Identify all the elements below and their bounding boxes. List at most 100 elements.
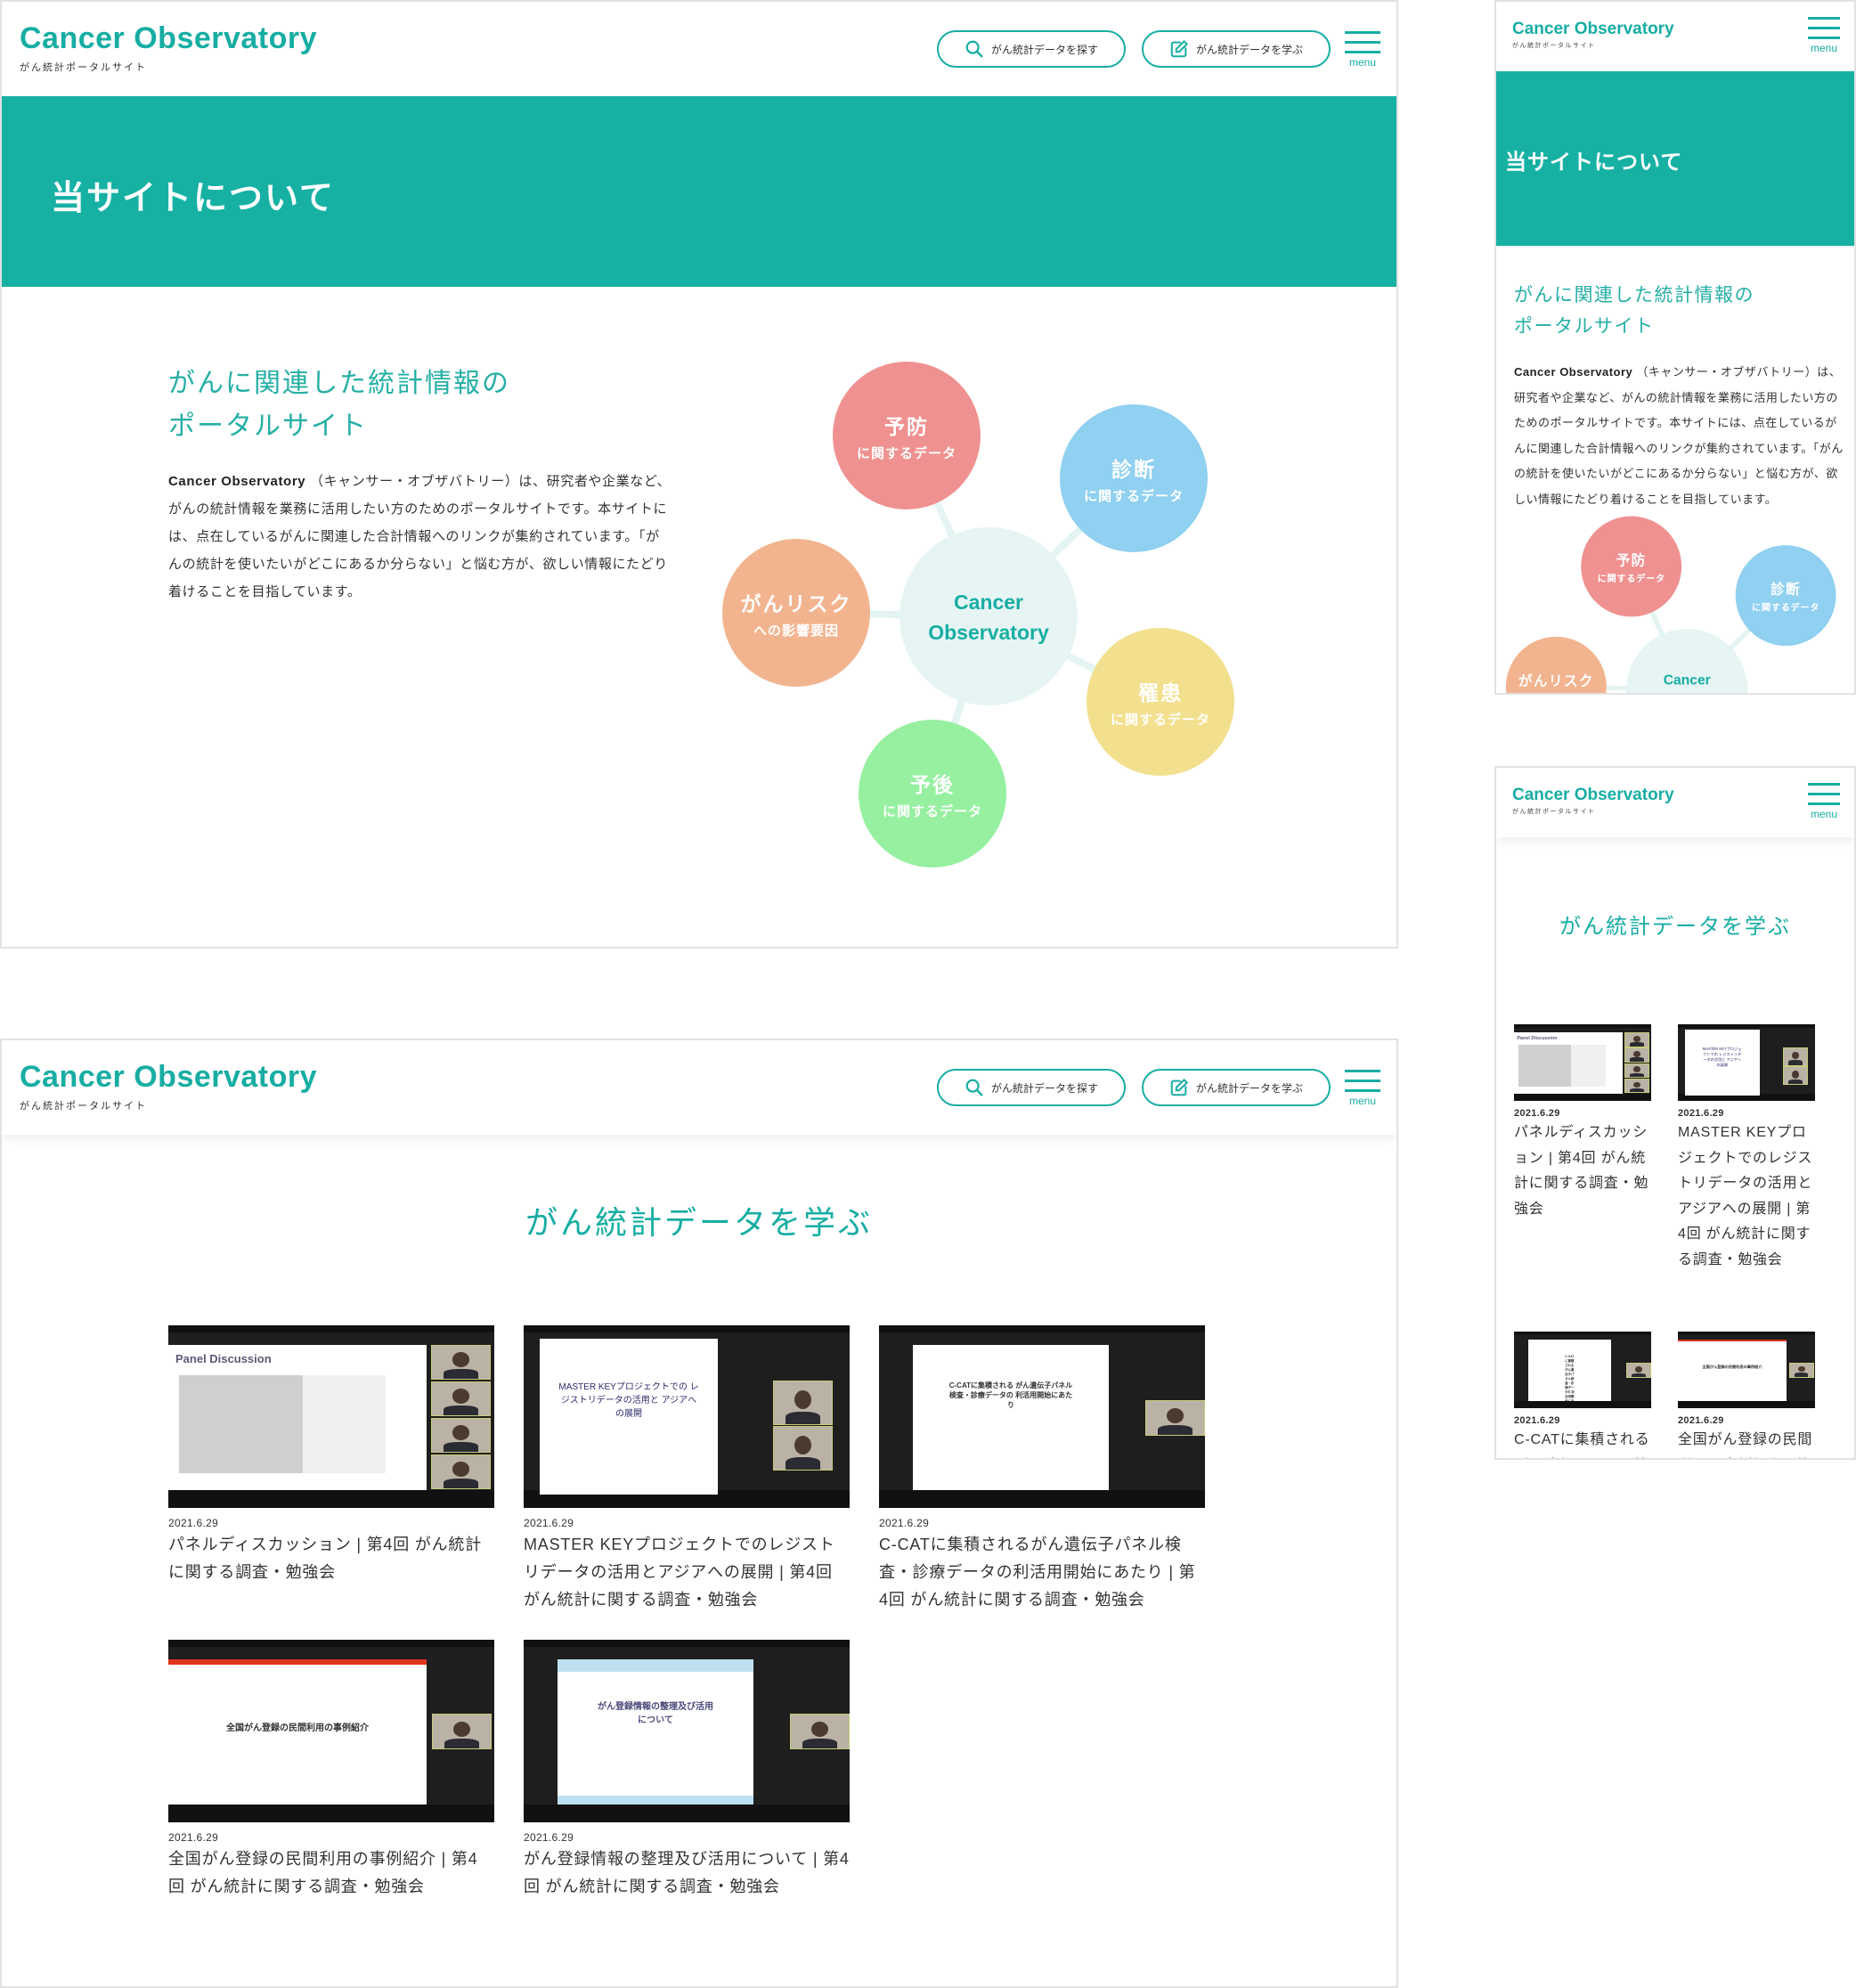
page-hero: 当サイトについて — [2, 96, 1396, 287]
video-title[interactable]: がん登録情報の整理及び活用について | 第4回 がん統計に関する調査・勉強会 — [524, 1845, 850, 1901]
site-subtitle: がん統計ポータルサイト — [1512, 43, 1596, 49]
participant-face — [452, 1462, 470, 1478]
video-title[interactable]: パネルディスカッション | 第4回 がん統計に関する調査・勉強会 — [168, 1531, 494, 1586]
video-card[interactable]: Panel Discussion 2021.6.29 パネルディスカッション | 第… — [1514, 1024, 1651, 1222]
participant-body — [1630, 1057, 1645, 1062]
about-brand: Cancer Observatory — [1514, 365, 1633, 379]
category-node-diagnosis[interactable]: 診断に関するデータ — [1735, 545, 1836, 647]
center-label-line1: Cancer — [954, 591, 1023, 614]
site-logo[interactable]: Cancer Observatory がん統計ポータルサイト — [20, 1060, 317, 1112]
participant-face — [1797, 1365, 1805, 1373]
about-heading-line1: がんに関連した統計情報の — [1514, 285, 1754, 306]
participant-face — [452, 1352, 470, 1368]
search-data-button[interactable]: がん統計データを探す — [937, 1069, 1126, 1106]
participant-body — [1632, 1373, 1646, 1377]
video-top-bar — [168, 1325, 494, 1332]
video-card[interactable]: Panel Discussion 2021.6.29 パネルディスカッション | 第… — [168, 1325, 494, 1586]
video-card[interactable]: C-CATに集積される がん遺伝子パネル検査・診療データの 利活用開始にあたり 2… — [1514, 1332, 1651, 1458]
participant-video — [773, 1426, 833, 1471]
learn-page-title: がん統計データを学ぶ — [1559, 915, 1791, 939]
site-logo[interactable]: Cancer Observatory がん統計ポータルサイト — [1512, 20, 1674, 50]
video-caption-bar — [168, 1490, 494, 1508]
video-thumbnail[interactable]: MASTER KEYプロジェクトでの レジストリデータの活用と アジアへの展開 — [1678, 1024, 1815, 1101]
video-top-bar — [524, 1640, 850, 1647]
video-thumbnail[interactable]: 全国がん登録の民間利用の事例紹介 — [168, 1640, 494, 1822]
participant-body — [1630, 1072, 1645, 1077]
about-text: （キャンサー・オブザバトリー）は、研究者や企業など、がんの統計情報を業務に活用し… — [1514, 365, 1844, 506]
video-thumbnail[interactable]: Panel Discussion — [1514, 1024, 1651, 1101]
learn-page-title: がん統計データを学ぶ — [525, 1204, 873, 1241]
participant-face — [794, 1389, 812, 1410]
category-node-prevention[interactable]: 予防に関するデータ — [1581, 516, 1682, 617]
category-sub-label: に関するデータ — [1084, 488, 1184, 504]
site-subtitle: がん統計ポータルサイト — [1512, 809, 1596, 815]
menu-button[interactable]: menu — [1808, 783, 1840, 819]
site-logo[interactable]: Cancer Observatory がん統計ポータルサイト — [1512, 786, 1674, 816]
menu-button[interactable]: menu — [1808, 17, 1840, 53]
video-card[interactable]: MASTER KEYプロジェクトでの レジストリデータの活用と アジアへの展開 2… — [1678, 1024, 1815, 1273]
menu-label: menu — [1810, 42, 1838, 54]
video-title[interactable]: 全国がん登録の民間利用の事例紹介 | 第4回 がん統計に関する調査・勉強会 — [168, 1845, 494, 1901]
learn-data-button[interactable]: がん統計データを学ぶ — [1142, 30, 1331, 68]
learn-data-label: がん統計データを学ぶ — [1195, 43, 1303, 56]
mobile-learn-page: Cancer Observatory がん統計ポータルサイト menu がん統計… — [1494, 766, 1856, 1460]
category-main-label: 罹患 — [1138, 681, 1183, 705]
video-slide: MASTER KEYプロジェクトでの レジストリデータの活用と アジアへの展開 — [540, 1339, 718, 1495]
video-title[interactable]: MASTER KEYプロジェクトでのレジストリデータの活用とアジアへの展開 | … — [1678, 1120, 1815, 1273]
video-card[interactable]: MASTER KEYプロジェクトでの レジストリデータの活用と アジアへの展開 2… — [524, 1325, 850, 1614]
slide-heading: 全国がん登録の民間利用の事例紹介 — [226, 1723, 369, 1733]
video-title[interactable]: C-CATに集積されるがん遺伝子パネル検査・診療データの利活用開始にあたり | … — [1514, 1428, 1651, 1458]
participant-video — [431, 1454, 491, 1489]
video-card[interactable]: がん登録情報の整理及び活用 について 2021.6.29 がん登録情報の整理及び活用… — [524, 1640, 850, 1901]
category-node-prognosis[interactable]: 予後に関するデータ — [859, 720, 1006, 868]
menu-button[interactable]: menu — [1345, 1070, 1380, 1106]
participant-face — [452, 1389, 470, 1405]
category-node-prevention[interactable]: 予防に関するデータ — [833, 362, 981, 509]
participant-body — [1788, 1060, 1803, 1065]
site-subtitle: がん統計ポータルサイト — [20, 62, 147, 73]
video-card[interactable]: C-CATに集積される がん遺伝子パネル検査・診療データの 利活用開始にあたり 2… — [879, 1325, 1205, 1614]
video-card[interactable]: 全国がん登録の民間利用の事例紹介2021.6.29全国がん登録の民間利用の事例紹… — [1678, 1332, 1815, 1458]
video-thumbnail[interactable]: がん登録情報の整理及び活用 について — [524, 1640, 850, 1822]
participant-video — [1624, 1078, 1650, 1094]
video-title[interactable]: MASTER KEYプロジェクトでのレジストリデータの活用とアジアへの展開 | … — [524, 1531, 850, 1614]
participant-video — [431, 1418, 491, 1453]
video-title[interactable]: 全国がん登録の民間利用の事例紹介 | 第4回 がん統計に関する調査・勉強会 — [1678, 1428, 1815, 1458]
video-card[interactable]: 全国がん登録の民間利用の事例紹介2021.6.29全国がん登録の民間利用の事例紹… — [168, 1640, 494, 1901]
site-logo[interactable]: Cancer Observatory がん統計ポータルサイト — [20, 21, 317, 74]
category-node-risk[interactable]: がんリスクへの影響要因 — [722, 539, 870, 687]
learn-data-button[interactable]: がん統計データを学ぶ — [1142, 1069, 1331, 1106]
edit-icon — [1170, 40, 1188, 58]
video-date: 2021.6.29 — [524, 1831, 574, 1844]
category-node-incidence[interactable]: 罹患に関するデータ — [1087, 628, 1234, 776]
participant-video — [431, 1381, 491, 1416]
center-node: Cancer Observatory — [1626, 629, 1748, 693]
category-main-label: 診断 — [1771, 581, 1801, 598]
search-data-button[interactable]: がん統計データを探す — [937, 30, 1126, 68]
learn-data-label: がん統計データを学ぶ — [1195, 1081, 1303, 1095]
video-title[interactable]: C-CATに集積されるがん遺伝子パネル検査・診療データの利活用開始にあたり | … — [879, 1531, 1205, 1614]
video-thumbnail[interactable]: MASTER KEYプロジェクトでの レジストリデータの活用と アジアへの展開 — [524, 1325, 850, 1508]
participant-face — [1633, 1081, 1641, 1088]
video-thumbnail[interactable]: C-CATに集積される がん遺伝子パネル検査・診療データの 利活用開始にあたり — [1514, 1332, 1651, 1408]
center-label-line2: Observatory — [928, 621, 1049, 644]
video-thumbnail[interactable]: C-CATに集積される がん遺伝子パネル検査・診療データの 利活用開始にあたり — [879, 1325, 1205, 1508]
video-title[interactable]: パネルディスカッション | 第4回 がん統計に関する調査・勉強会 — [1514, 1120, 1651, 1222]
slide-image — [179, 1375, 386, 1473]
video-slide: C-CATに集積される がん遺伝子パネル検査・診療データの 利活用開始にあたり — [1527, 1340, 1611, 1401]
category-node-diagnosis[interactable]: 診断に関するデータ — [1060, 404, 1208, 552]
video-top-bar — [1678, 1332, 1815, 1335]
video-caption-bar — [524, 1805, 850, 1822]
menu-button[interactable]: menu — [1345, 31, 1380, 68]
slide-heading: MASTER KEYプロジェクトでの レジストリデータの活用と アジアへの展開 — [1702, 1047, 1742, 1068]
search-data-label: がん統計データを探す — [990, 43, 1098, 56]
category-node-risk[interactable]: がんリスクへの影響要因 — [1505, 636, 1607, 695]
participant-face — [1166, 1407, 1184, 1423]
site-name: Cancer Observatory — [1512, 20, 1674, 38]
video-thumbnail[interactable]: Panel Discussion — [168, 1325, 494, 1508]
video-thumbnail[interactable]: 全国がん登録の民間利用の事例紹介 — [1678, 1332, 1815, 1408]
hamburger-icon — [1345, 1070, 1380, 1092]
site-header: Cancer Observatory がん統計ポータルサイト がん統計データを探… — [2, 1040, 1396, 1135]
about-heading-line2: ポータルサイト — [1514, 316, 1655, 337]
about-heading-line1: がんに関連した統計情報の — [168, 369, 510, 398]
